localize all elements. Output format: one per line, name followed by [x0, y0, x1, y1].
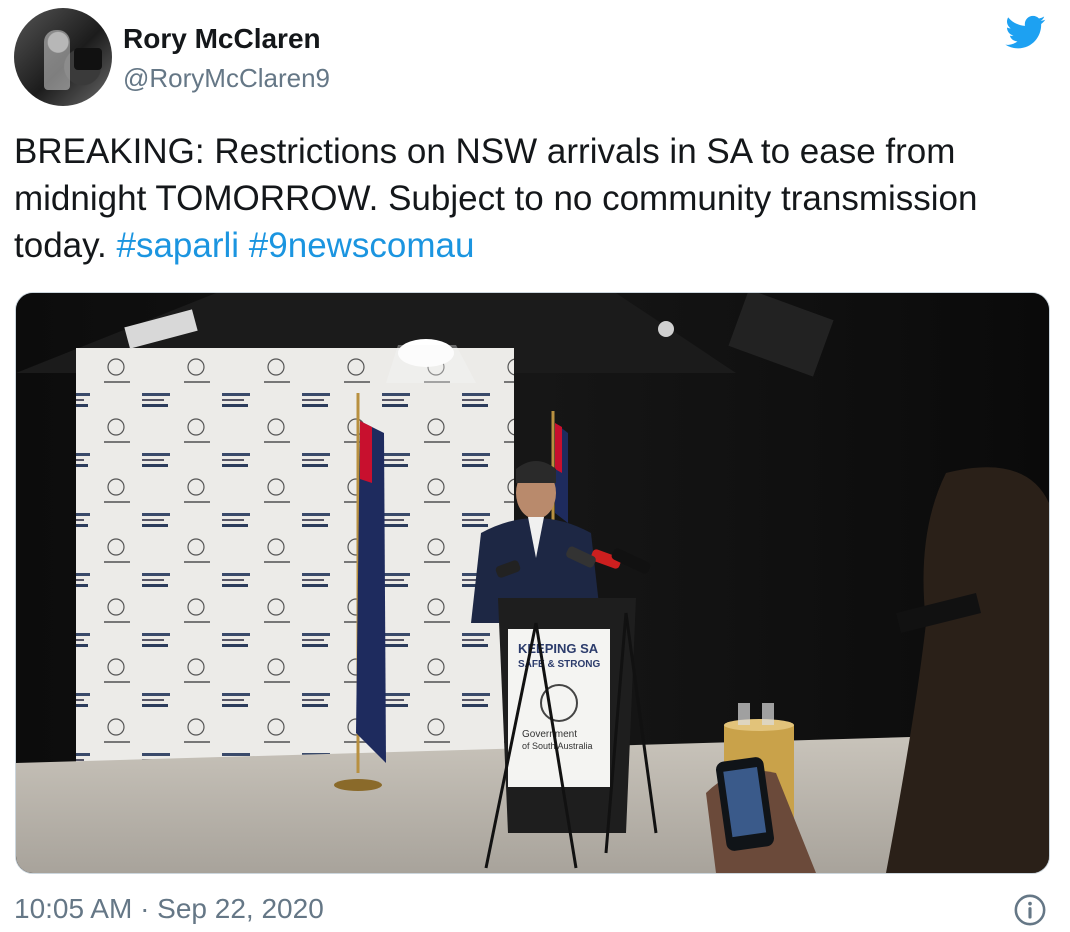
hashtag-link[interactable]: #9newscomau	[249, 226, 475, 265]
press-conference-photo: KEEPING SA SAFE & STRONG Government of S…	[16, 293, 1049, 873]
info-icon[interactable]	[1013, 893, 1047, 927]
lectern-sign-line-3: Government	[522, 729, 577, 740]
avatar-camera	[74, 48, 102, 70]
display-name[interactable]: Rory McClaren	[123, 22, 321, 56]
hashtag-link[interactable]: #saparli	[116, 226, 239, 265]
avatar[interactable]	[14, 8, 112, 106]
tweet-timestamp[interactable]: 10:05 AM · Sep 22, 2020	[14, 892, 324, 926]
lectern-sign-line-2: SAFE & STRONG	[518, 659, 600, 670]
twitter-bird-icon[interactable]	[1003, 12, 1049, 52]
user-handle[interactable]: @RoryMcClaren9	[123, 62, 330, 94]
avatar-figure	[44, 30, 70, 90]
tweet-text: BREAKING: Restrictions on NSW arrivals i…	[14, 128, 1044, 269]
tweet-photo[interactable]: KEEPING SA SAFE & STRONG Government of S…	[15, 292, 1050, 874]
